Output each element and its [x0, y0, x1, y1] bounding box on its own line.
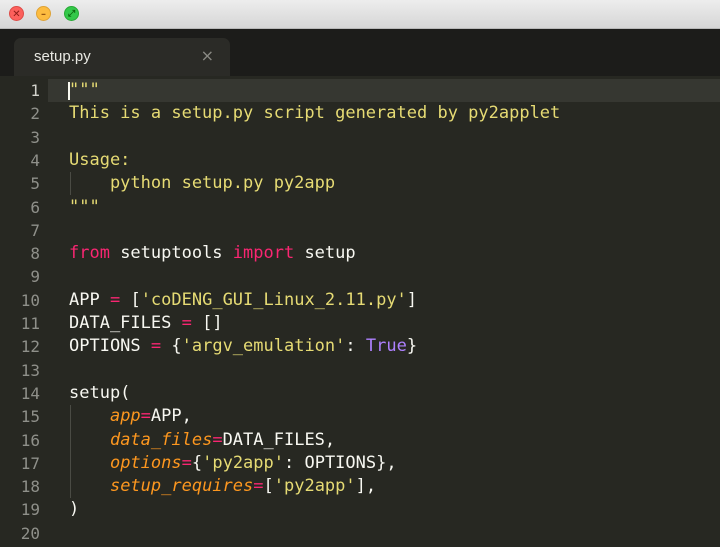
close-tab-icon[interactable]: ×: [201, 46, 214, 65]
code-token: This is a setup.py script generated by p…: [69, 103, 561, 124]
line-number: 7: [30, 220, 40, 240]
code-token: app: [109, 406, 141, 427]
code-token: 'py2app': [202, 452, 284, 473]
code-line[interactable]: options={'py2app': OPTIONS},: [69, 452, 397, 475]
code-line[interactable]: setup_requires=['py2app'],: [69, 475, 376, 498]
text-caret: [68, 82, 70, 100]
line-number: 14: [20, 383, 40, 403]
code-token: :: [345, 336, 366, 357]
code-token: }: [406, 336, 418, 357]
code-line[interactable]: APP = ['coDENG_GUI_Linux_2.11.py']: [69, 289, 417, 312]
code-line[interactable]: """: [69, 79, 100, 102]
code-line[interactable]: ): [69, 498, 79, 521]
line-number: 8: [30, 244, 40, 264]
indent-guide: [70, 172, 71, 196]
code-token: Usage:: [69, 149, 131, 170]
line-number: 4: [30, 150, 40, 170]
tab-bar: setup.py ×: [0, 29, 720, 76]
line-number: 17: [20, 453, 40, 473]
line-number: 16: [20, 430, 40, 450]
code-token: setuptools: [109, 243, 233, 264]
code-token: setup: [294, 243, 356, 264]
line-number: 2: [30, 104, 40, 124]
code-line[interactable]: setup(: [69, 382, 130, 405]
code-token: [: [263, 476, 274, 497]
line-number: 10: [20, 290, 40, 310]
code-token: DATA_FILES,: [222, 429, 336, 450]
code-line[interactable]: OPTIONS = {'argv_emulation': True}: [69, 335, 417, 358]
code-token: 'coDENG_GUI_Linux_2.11.py': [140, 289, 407, 310]
line-number: 18: [20, 477, 40, 497]
line-number: 5: [30, 174, 40, 194]
indent-guide: [70, 405, 71, 499]
code-token: =: [212, 429, 223, 450]
code-token: : OPTIONS},: [284, 452, 397, 473]
code-token: APP,: [150, 406, 192, 427]
code-line[interactable]: python setup.py py2app: [69, 172, 335, 195]
code-token: setup(: [69, 382, 131, 403]
code-token: =: [181, 452, 192, 473]
code-token: import: [232, 243, 295, 264]
code-token: =: [150, 336, 162, 357]
tab-setup-py[interactable]: setup.py ×: [14, 38, 230, 76]
code-token: APP: [69, 289, 110, 310]
code-token: True: [365, 336, 407, 357]
line-number: 15: [20, 407, 40, 427]
code-token: OPTIONS: [69, 336, 151, 357]
code-token: """: [69, 80, 100, 100]
code-token: {: [191, 452, 203, 473]
code-token: ]: [406, 289, 418, 310]
code-token: DATA_FILES: [69, 313, 182, 333]
tab-label: setup.py: [34, 48, 91, 65]
line-number: 20: [20, 523, 40, 543]
line-number: 13: [20, 360, 40, 380]
code-token: setup_requires: [109, 476, 254, 497]
line-number: 12: [20, 337, 40, 357]
code-token: =: [140, 406, 151, 427]
code-token: =: [181, 313, 192, 333]
code-token: {: [161, 336, 182, 357]
code-token: options: [109, 452, 182, 473]
code-token: """: [69, 196, 100, 217]
code-token: =: [109, 289, 121, 310]
code-line[interactable]: app=APP,: [69, 405, 192, 428]
line-number: 6: [30, 197, 40, 217]
zoom-window-icon[interactable]: ⤢: [64, 6, 79, 21]
line-number: 3: [30, 127, 40, 147]
close-window-icon[interactable]: ✕: [9, 6, 24, 21]
minimize-window-icon[interactable]: –: [36, 6, 51, 21]
code-token: ): [69, 499, 80, 520]
code-token: python setup.py py2app: [69, 173, 336, 194]
line-number-gutter: 1 2 3 4 5 6 7 8 9 10 11 12 13 14 15 16 17 18 19 20: [0, 76, 48, 547]
code-line[interactable]: from setuptools import setup: [69, 242, 356, 265]
code-area[interactable]: """ This is a setup.py script generated b…: [68, 76, 720, 547]
editor-window: ✕ – ⤢ setup.py × 1 2 3 4 5 6 7 8 9 10 11 12 13 14 15 16…: [0, 0, 720, 547]
line-number: 9: [30, 267, 40, 287]
title-bar[interactable]: ✕ – ⤢: [0, 0, 720, 29]
code-token: 'argv_emulation': [181, 336, 346, 357]
code-token: ],: [355, 476, 377, 497]
code-editor[interactable]: 1 2 3 4 5 6 7 8 9 10 11 12 13 14 15 16 17 18 19 20 """ This …: [0, 76, 720, 547]
line-number: 19: [20, 500, 40, 520]
code-line[interactable]: data_files=DATA_FILES,: [69, 429, 335, 452]
code-line[interactable]: DATA_FILES = []: [69, 312, 223, 335]
code-token: 'py2app': [273, 476, 356, 497]
code-token: [: [120, 289, 141, 310]
code-line[interactable]: Usage:: [69, 149, 130, 172]
code-token: data_files: [109, 429, 213, 450]
code-line[interactable]: """: [69, 196, 100, 219]
line-number: 11: [20, 314, 40, 333]
line-number: 1: [30, 81, 40, 100]
code-token: =: [253, 476, 264, 497]
code-token: from: [69, 243, 110, 264]
code-line[interactable]: This is a setup.py script generated by p…: [69, 102, 560, 125]
code-token: []: [191, 313, 223, 333]
